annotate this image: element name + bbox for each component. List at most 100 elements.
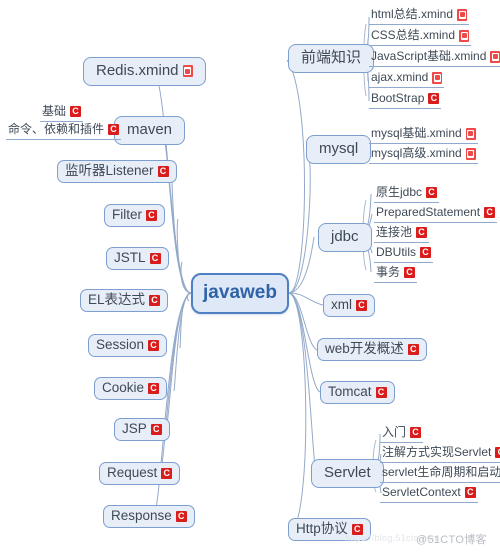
xmind-icon [432,71,443,84]
branch-label-xml: xml [331,297,352,312]
c-icon [146,209,157,221]
branch-node-mysql[interactable]: mysql [306,135,372,164]
leaf-label: mysql高级.xmind [371,146,462,160]
leaf-label: BootStrap [371,91,425,105]
branch-label-webdev: web开发概述 [325,341,404,356]
mindmap-canvas: javaweb Redis.xmind maven 基础 命令、依赖和插件 监听… [0,0,500,553]
branch-node-response[interactable]: Response [103,505,195,528]
branch-label-frontend: 前端知识 [301,49,362,66]
c-icon [149,294,161,306]
leaf-frontend-html[interactable]: html总结.xmind [369,7,470,25]
branch-node-cookie[interactable]: Cookie [94,377,168,400]
c-icon [175,510,187,522]
c-icon [484,207,496,219]
leaf-frontend-css[interactable]: CSS总结.xmind [369,28,472,46]
xmind-icon [465,127,476,140]
leaf-frontend-ajax[interactable]: ajax.xmind [369,70,445,88]
branch-label-servlet: Servlet [324,464,371,481]
leaf-label: 注解方式实现Servlet [382,445,492,459]
branch-label-jsp: JSP [122,421,147,436]
leaf-maven-jichu[interactable]: 基础 [40,104,84,122]
leaf-label: ajax.xmind [371,70,429,84]
branch-node-maven[interactable]: maven [114,116,186,145]
xmind-icon [459,29,470,42]
leaf-label: ServletContext [382,485,461,499]
c-icon [148,382,160,394]
branch-label-tomcat: Tomcat [328,384,372,399]
branch-label-maven: maven [127,121,173,138]
branch-node-tomcat[interactable]: Tomcat [320,381,395,404]
branch-node-xml[interactable]: xml [323,294,375,317]
branch-node-filter[interactable]: Filter [104,204,165,227]
xmind-icon [465,147,476,160]
leaf-servlet-lifecycle[interactable]: servlet生命周期和启动 [380,465,500,483]
c-icon [157,165,169,177]
root-node-label: javaweb [203,282,277,304]
leaf-maven-commands[interactable]: 命令、依赖和插件 [6,122,122,140]
c-icon [108,124,120,136]
leaf-servlet-context[interactable]: ServletContext [380,485,478,503]
leaf-jdbc-pool[interactable]: 连接池 [374,225,430,243]
c-icon [150,423,162,435]
leaf-label: 入门 [382,425,407,439]
branch-label-filter: Filter [112,207,142,222]
branch-node-servlet[interactable]: Servlet [311,459,384,488]
c-icon [149,252,161,264]
leaf-jdbc-native[interactable]: 原生jdbc [374,185,440,203]
leaf-jdbc-preparedstatement[interactable]: PreparedStatement [374,205,498,223]
c-icon [495,447,500,459]
branch-node-jsp[interactable]: JSP [114,418,170,441]
branch-node-request[interactable]: Request [99,462,181,485]
leaf-servlet-intro[interactable]: 入门 [380,425,424,443]
c-icon [426,187,438,199]
branch-label-jstl: JSTL [114,250,146,265]
c-icon [464,487,476,499]
watermark-51cto: @51CTO博客 [416,534,487,546]
c-icon [161,467,173,479]
branch-label-mysql: mysql [319,140,359,157]
leaf-jdbc-dbutils[interactable]: DBUtils [374,245,434,263]
c-icon [428,93,440,105]
leaf-frontend-bootstrap[interactable]: BootStrap [369,91,442,109]
leaf-jdbc-transaction[interactable]: 事务 [374,265,418,283]
branch-node-jstl[interactable]: JSTL [106,247,169,270]
leaf-label: servlet生命周期和启动 [382,465,500,479]
leaf-label: JavaScript基础.xmind [371,49,487,63]
c-icon [148,339,160,351]
branch-label-http: Http协议 [296,521,348,536]
branch-node-listener[interactable]: 监听器Listener [57,160,177,183]
branch-label-el: EL表达式 [88,292,146,307]
c-icon [407,343,419,355]
root-node-javaweb[interactable]: javaweb [191,273,289,314]
branch-node-redis[interactable]: Redis.xmind [83,57,206,86]
leaf-frontend-javascript[interactable]: JavaScript基础.xmind [369,49,500,67]
branch-node-frontend[interactable]: 前端知识 [288,44,375,73]
leaf-label: 原生jdbc [376,185,423,199]
xmind-icon [457,8,468,21]
c-icon [416,227,428,239]
c-icon [356,299,367,311]
leaf-label: DBUtils [376,245,417,259]
leaf-label: CSS总结.xmind [371,28,456,42]
leaf-label: 事务 [376,265,401,279]
c-icon [375,386,387,398]
leaf-label: PreparedStatement [376,205,481,219]
branch-label-cookie: Cookie [102,380,145,395]
branch-label-response: Response [111,508,172,523]
branch-label-request: Request [107,465,158,480]
leaf-label: 命令、依赖和插件 [8,122,105,136]
c-icon [420,247,432,259]
leaf-label: mysql基础.xmind [371,126,462,140]
c-icon [410,427,422,439]
branch-node-el[interactable]: EL表达式 [80,289,169,312]
branch-label-redis: Redis.xmind [96,62,179,79]
branch-node-jdbc[interactable]: jdbc [318,223,372,252]
branch-node-webdev[interactable]: web开发概述 [317,338,427,361]
leaf-mysql-advanced[interactable]: mysql高级.xmind [369,146,478,164]
c-icon [404,267,416,279]
leaf-mysql-basic[interactable]: mysql基础.xmind [369,126,478,144]
leaf-label: 基础 [42,104,67,118]
leaf-servlet-annotation[interactable]: 注解方式实现Servlet [380,445,500,463]
branch-label-jdbc: jdbc [331,228,359,245]
branch-node-session[interactable]: Session [88,334,168,357]
